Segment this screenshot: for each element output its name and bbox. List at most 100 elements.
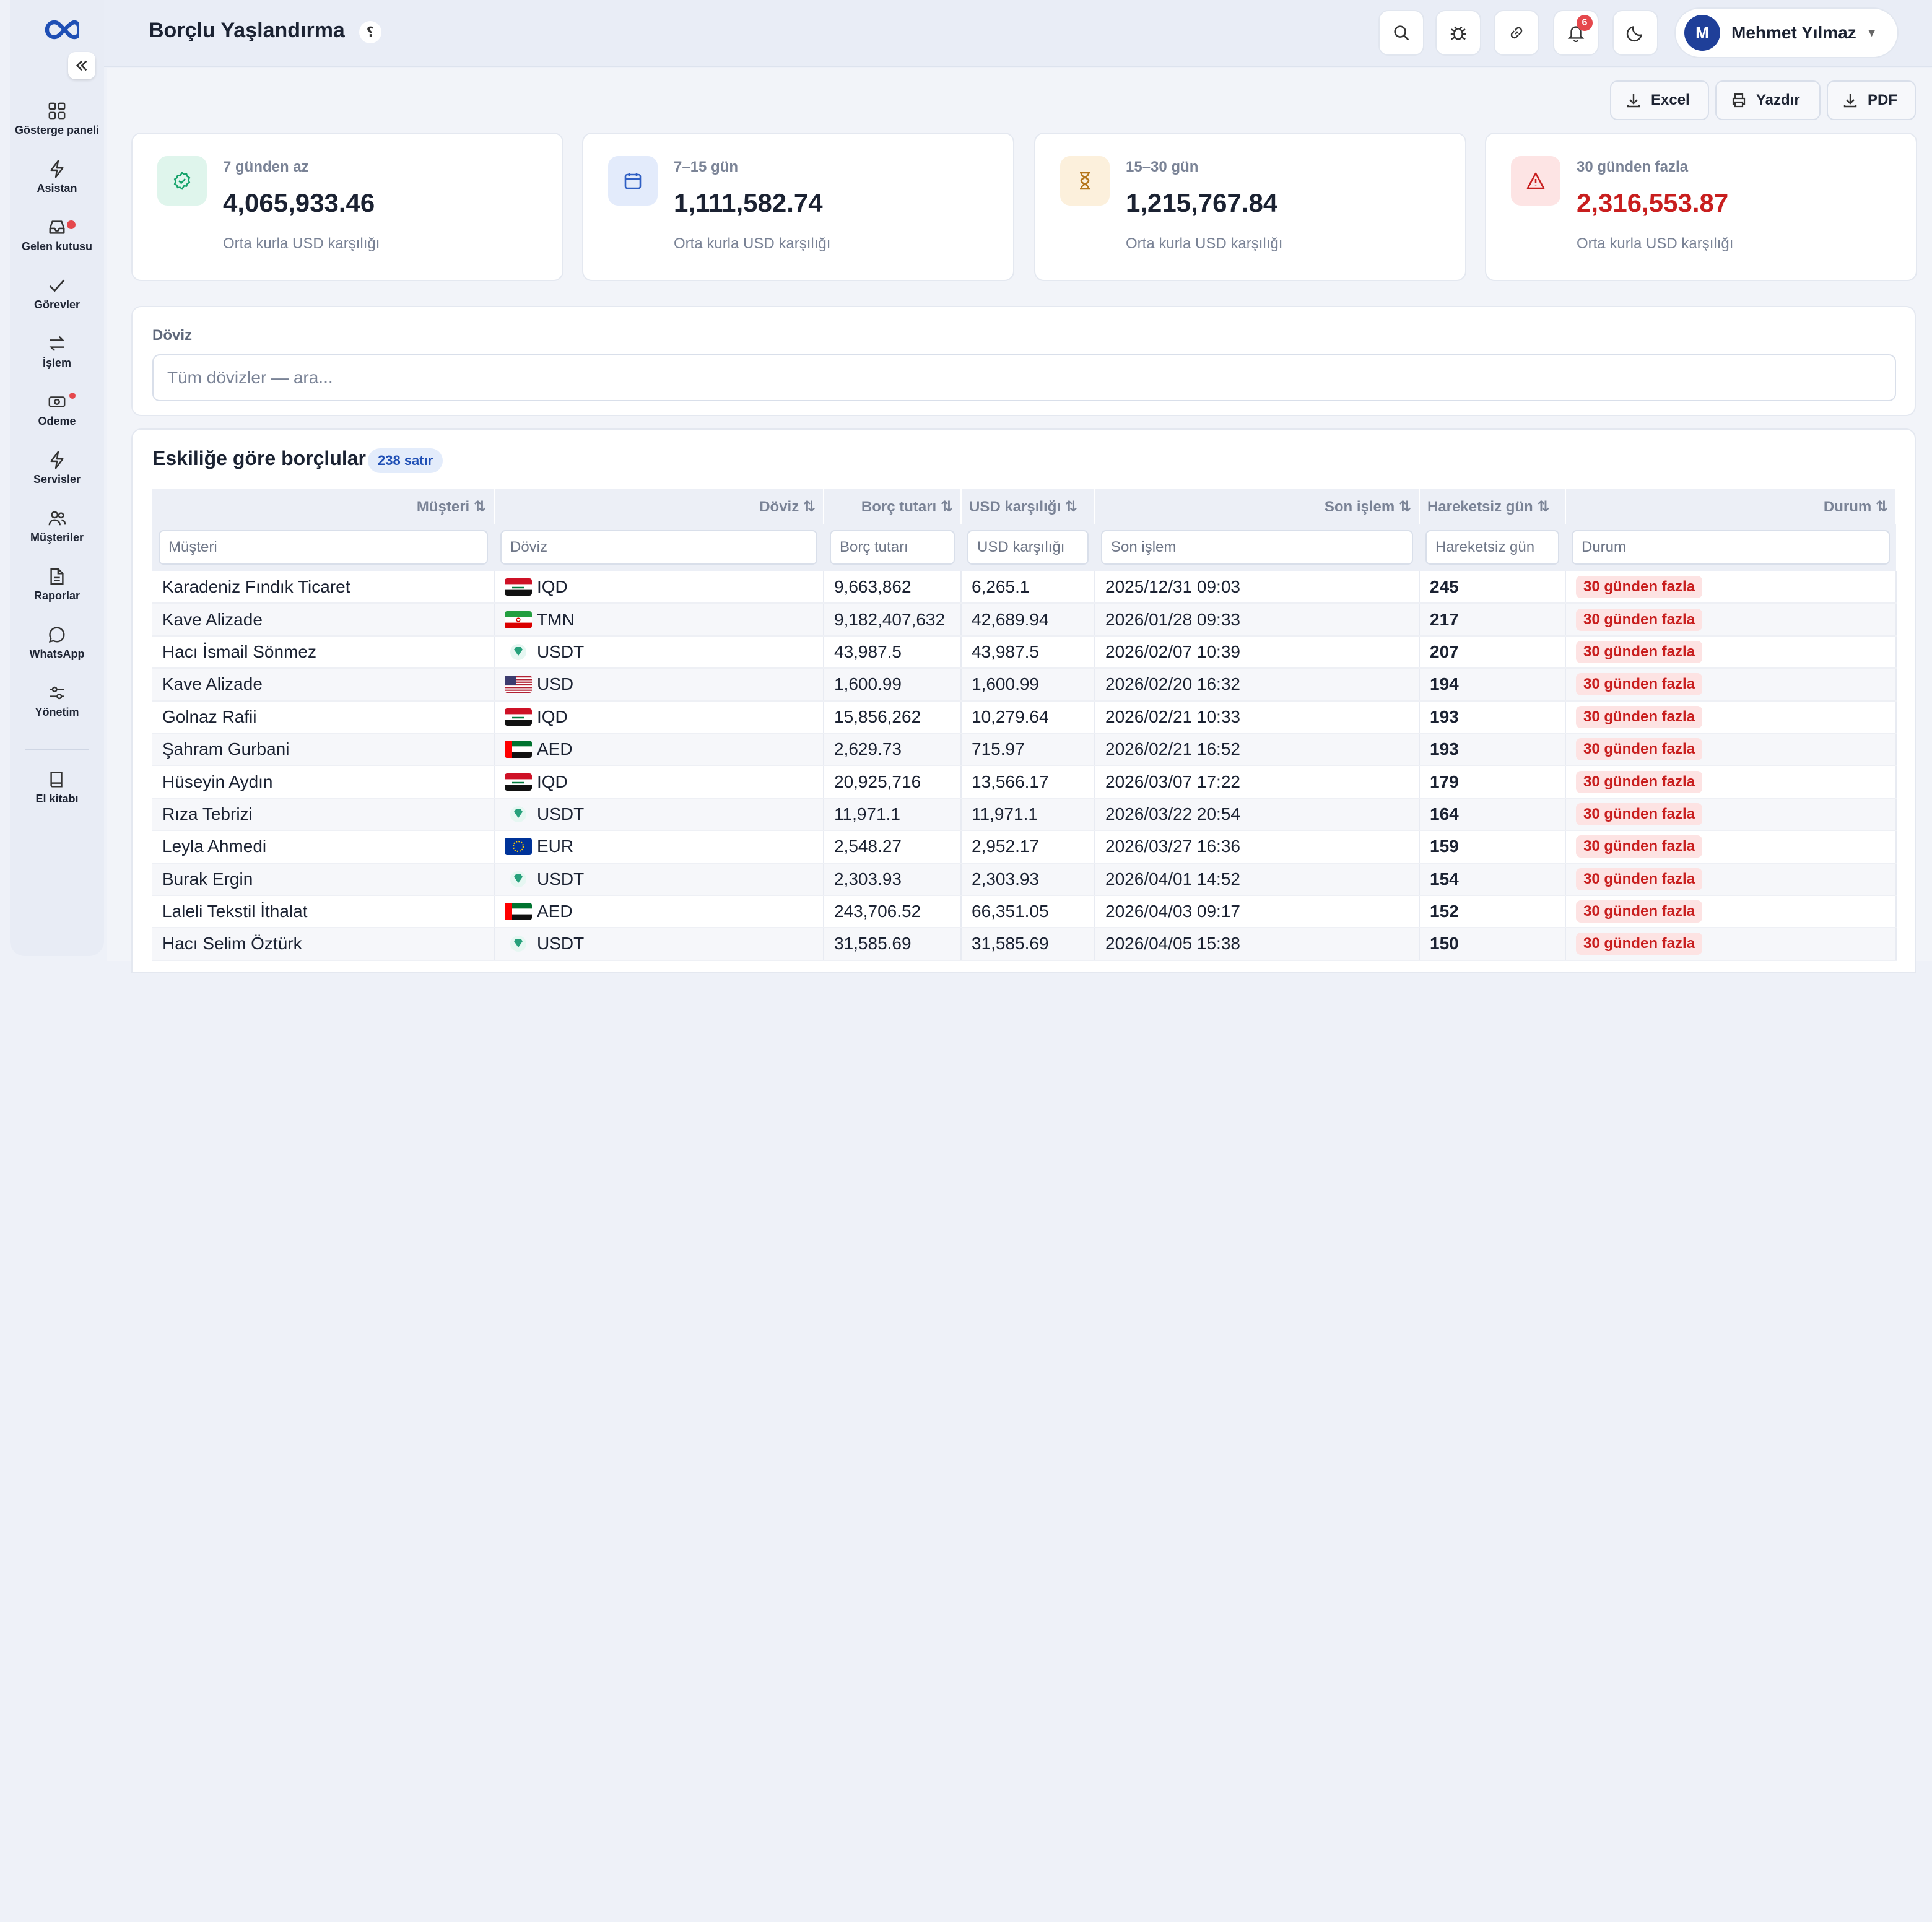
sidebar-item-dashboard[interactable]: Gösterge paneli: [10, 97, 104, 155]
currency-code: USDT: [537, 869, 585, 889]
link-button[interactable]: [1494, 10, 1539, 56]
sidebar-item-inbox[interactable]: Gelen kutusu: [10, 213, 104, 271]
print-button[interactable]: Yazdır: [1715, 80, 1821, 120]
column-header-customer[interactable]: Müşteri ⇅: [152, 489, 495, 524]
last-transaction-cell: 2026/02/07 10:39: [1095, 635, 1420, 669]
card-value: 1,215,767.84: [1126, 188, 1278, 217]
export-excel-button[interactable]: Excel: [1610, 80, 1709, 120]
card-label: 15–30 gün: [1126, 159, 1199, 175]
currency-cell: USDT: [494, 863, 824, 896]
currency-code: USDT: [537, 641, 585, 661]
table-row[interactable]: Hüseyin Aydın IQD 20,925,716 13,566.17 2026/…: [152, 765, 1897, 799]
dark-mode-toggle[interactable]: [1612, 10, 1658, 56]
table-row[interactable]: Laleli Tekstil İthalat AED 243,706.52 66,35…: [152, 895, 1897, 929]
table-row[interactable]: Hacı Selim Öztürk USDT 31,585.69 31,585.69 2…: [152, 928, 1897, 961]
table-row[interactable]: Hacı İsmail Sönmez USDT 43,987.5 43,987.5 20…: [152, 635, 1897, 669]
card-label: 7 günden az: [223, 159, 309, 175]
bug-icon: [1450, 26, 1466, 40]
currency-cell: USDT: [494, 635, 824, 669]
status-filter-input[interactable]: [1572, 530, 1890, 565]
column-header-currency[interactable]: Döviz ⇅: [494, 489, 824, 524]
bug-report-button[interactable]: [1435, 10, 1481, 56]
debt-cell: 243,706.52: [824, 895, 962, 929]
download-icon: [1627, 94, 1640, 108]
table-row[interactable]: Kave Alizade USD 1,600.99 1,600.99 2026/02/2…: [152, 668, 1897, 702]
sidebar-item-handbook[interactable]: El kitabı: [10, 765, 104, 824]
table-row[interactable]: Karadeniz Fındık Ticaret IQD 9,663,862 6,26…: [152, 571, 1897, 604]
debtors-table-panel: Eskiliğe göre borçlular 238 satır Müşter…: [131, 428, 1916, 973]
last-transaction-filter-input[interactable]: [1101, 530, 1413, 565]
currency-code: USDT: [537, 804, 585, 824]
notification-dot: [69, 393, 76, 399]
export-pdf-label: PDF: [1868, 92, 1897, 108]
sidebar-item-label: Müşteriler: [30, 531, 84, 544]
column-header-debt[interactable]: Borç tutarı ⇅: [824, 489, 962, 524]
sidebar-item-tasks[interactable]: Görevler: [10, 271, 104, 329]
table-row[interactable]: Rıza Tebrizi USDT 11,971.1 11,971.1 2026/03/…: [152, 798, 1897, 832]
usd-filter-input[interactable]: [967, 530, 1089, 565]
customer-cell: Golnaz Rafii: [152, 700, 495, 734]
table-row[interactable]: Kave Alizade TMN 9,182,407,632 42,689.94 202…: [152, 603, 1897, 637]
usd-cell: 11,971.1: [961, 798, 1095, 832]
currency-cell: USDT: [494, 928, 824, 961]
customer-cell: Burak Ergin: [152, 863, 495, 896]
status-cell: 30 günden fazla: [1565, 863, 1897, 896]
iraq-flag-icon: [505, 578, 532, 596]
notifications-button[interactable]: 6: [1553, 10, 1599, 56]
column-header-usd[interactable]: USD karşılığı ⇅: [961, 489, 1095, 524]
export-pdf-button[interactable]: PDF: [1827, 80, 1916, 120]
sidebar-item-payment[interactable]: Odeme: [10, 388, 104, 446]
table-row[interactable]: Golnaz Rafii IQD 15,856,262 10,279.64 2026/0…: [152, 700, 1897, 734]
status-cell: 30 günden fazla: [1565, 830, 1897, 864]
moon-icon: [1626, 26, 1642, 42]
idle-days-cell: 179: [1419, 765, 1566, 799]
flag-icon: [505, 871, 532, 888]
idle-days-cell: 217: [1419, 603, 1566, 637]
idle-days-filter-input[interactable]: [1425, 530, 1559, 565]
usd-cell: 715.97: [961, 733, 1095, 767]
last-transaction-cell: 2026/02/21 10:33: [1095, 700, 1420, 734]
status-cell: 30 günden fazla: [1565, 700, 1897, 734]
sidebar-item-reports[interactable]: Raporlar: [10, 562, 104, 620]
sidebar-item-customers[interactable]: Müşteriler: [10, 504, 104, 562]
usdt-diamond-icon: [510, 936, 526, 952]
status-cell: 30 günden fazla: [1565, 895, 1897, 929]
eu-flag-icon: [505, 838, 532, 856]
usd-cell: 13,566.17: [961, 765, 1095, 799]
sidebar-item-services[interactable]: Servisler: [10, 446, 104, 504]
column-header-last-transaction[interactable]: Son işlem ⇅: [1095, 489, 1420, 524]
column-header-status[interactable]: Durum ⇅: [1565, 489, 1897, 524]
aging-card-under-7: 7 günden az 4,065,933.46 Orta kurla USD …: [131, 133, 564, 281]
sidebar-item-label: Odeme: [38, 415, 76, 427]
currency-cell: IQD: [494, 700, 824, 734]
user-menu[interactable]: M Mehmet Yılmaz ▼: [1674, 7, 1899, 58]
column-header-idle-days[interactable]: Hareketsiz gün ⇅: [1419, 489, 1566, 524]
link-icon: [1510, 27, 1523, 39]
customer-filter-input[interactable]: [159, 530, 488, 565]
sidebar-item-management[interactable]: Yönetim: [10, 679, 104, 737]
currency-search-input[interactable]: [152, 354, 1896, 401]
help-button[interactable]: ؟: [359, 21, 381, 43]
status-badge: 30 günden fazla: [1576, 705, 1703, 728]
sidebar-collapse-button[interactable]: [68, 52, 95, 79]
table-row[interactable]: Burak Ergin USDT 2,303.93 2,303.93 2026/04/0…: [152, 863, 1897, 896]
logo-icon[interactable]: [35, 17, 79, 42]
sidebar-item-whatsapp[interactable]: WhatsApp: [10, 620, 104, 679]
table-row[interactable]: Leyla Ahmedi EUR 2,548.27 2,952.17 2026/03/2…: [152, 830, 1897, 864]
alert-triangle-icon: [1511, 156, 1560, 206]
currency-code: IQD: [537, 772, 568, 791]
chat-icon: [49, 627, 65, 643]
debt-cell: 43,987.5: [824, 635, 962, 669]
table-row[interactable]: Şahram Gurbani AED 2,629.73 715.97 2026/02/2…: [152, 733, 1897, 767]
sidebar-item-transaction[interactable]: İşlem: [10, 329, 104, 388]
currency-filter-label: Döviz: [152, 327, 193, 344]
debt-filter-input[interactable]: [830, 530, 955, 565]
last-transaction-cell: 2026/04/03 09:17: [1095, 895, 1420, 929]
search-button[interactable]: [1378, 10, 1424, 56]
currency-filter-input[interactable]: [500, 530, 817, 565]
sidebar-item-assistant[interactable]: Asistan: [10, 155, 104, 213]
debt-cell: 2,303.93: [824, 863, 962, 896]
app-root: Gösterge paneli Asistan Gelen kutusu Gör…: [0, 0, 1932, 973]
status-badge: 30 günden fazla: [1576, 640, 1703, 663]
currency-cell: USDT: [494, 798, 824, 832]
